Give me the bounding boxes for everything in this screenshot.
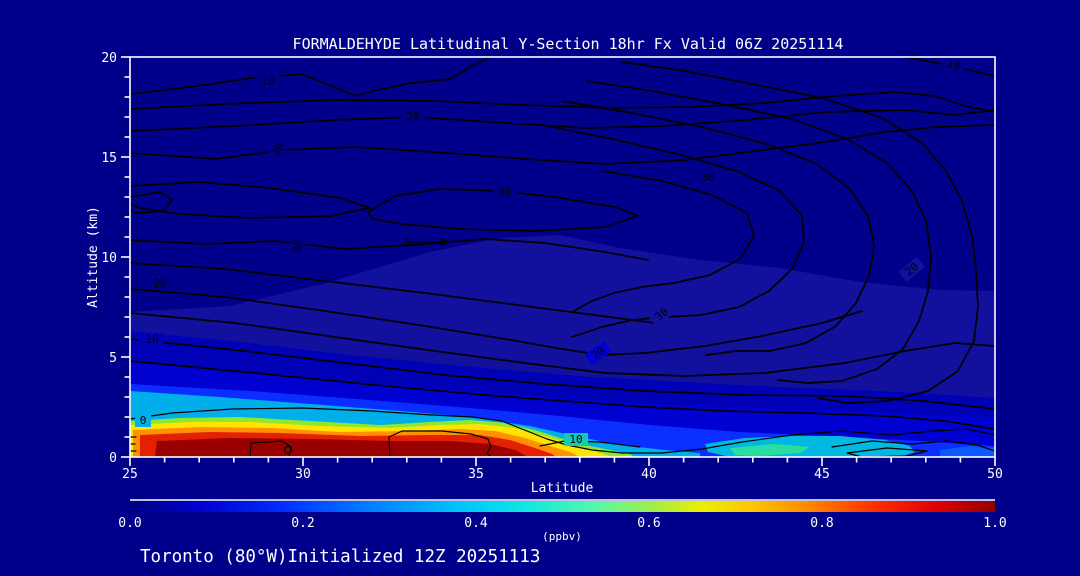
x-tick-label: 25 <box>122 467 138 482</box>
y-tick-label: 0 <box>109 451 117 466</box>
x-tick-label: 50 <box>987 467 1003 482</box>
caption: Toronto (80°W)Initialized 12Z 20251113 <box>140 547 540 567</box>
y-tick-label: 20 <box>101 51 117 66</box>
contour-label: 10 <box>256 75 280 88</box>
x-tick-label: 35 <box>468 467 484 482</box>
svg-text:20: 20 <box>406 110 419 123</box>
colorbar-gradient <box>130 501 995 512</box>
chart-canvas: FORMALDEHYDE Latitudinal Y-Section 18hr … <box>0 0 1080 576</box>
contour-label: 30 <box>696 171 720 184</box>
x-tick-label: 40 <box>641 467 657 482</box>
colorbar-tick-label: 0.2 <box>291 516 314 531</box>
x-tick-label: 45 <box>814 467 830 482</box>
svg-text:10: 10 <box>569 433 582 446</box>
colorbar-tick-label: 0.6 <box>637 516 660 531</box>
contour-label: 10 <box>140 333 164 346</box>
svg-text:40: 40 <box>498 186 511 199</box>
contour-label: 0 <box>135 414 151 427</box>
svg-text:0: 0 <box>140 414 147 427</box>
svg-text:30: 30 <box>290 239 305 254</box>
svg-text:20: 20 <box>153 277 166 290</box>
contour-label: 40 <box>493 186 517 199</box>
formaldehyde-cross-section-chart: FORMALDEHYDE Latitudinal Y-Section 18hr … <box>0 0 1080 576</box>
colorbar-tick-label: 0.4 <box>464 516 488 531</box>
y-tick-label: 5 <box>109 351 117 366</box>
chart-title: FORMALDEHYDE Latitudinal Y-Section 18hr … <box>293 35 844 53</box>
x-tick-label: 30 <box>295 467 311 482</box>
colorbar-units-label: (ppbv) <box>542 530 582 543</box>
y-tick-label: 15 <box>101 151 117 166</box>
contour-label: 20 <box>401 110 425 123</box>
x-axis-title: Latitude <box>531 481 594 496</box>
svg-text:10: 10 <box>261 75 274 88</box>
colorbar-tick-label: 0.0 <box>118 516 141 531</box>
svg-text:10: 10 <box>145 333 158 346</box>
y-axis-title: Altitude (km) <box>86 206 101 308</box>
colorbar-tick-label: 0.8 <box>810 516 833 531</box>
contour-label: 20 <box>148 277 172 290</box>
y-tick-label: 10 <box>101 251 117 266</box>
svg-text:30: 30 <box>701 171 714 184</box>
contour-label: 10 <box>564 433 588 446</box>
colorbar-tick-label: 1.0 <box>983 516 1006 531</box>
